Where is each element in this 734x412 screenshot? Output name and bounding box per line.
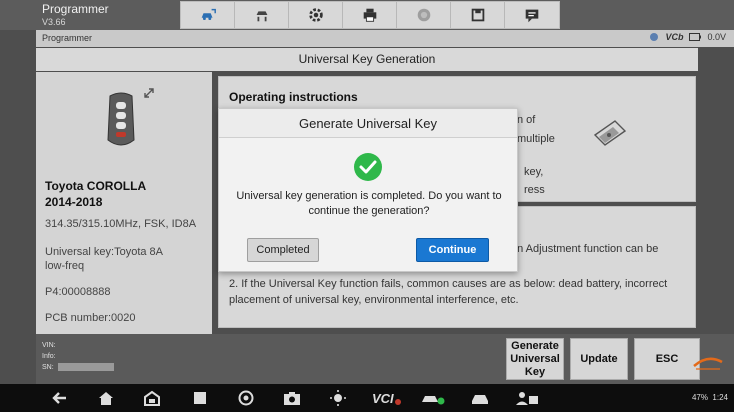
note-line: 2. If the Universal Key function fails, … xyxy=(229,278,668,290)
message-button[interactable] xyxy=(505,2,559,28)
button-label: Universal xyxy=(510,352,560,365)
dialog-message-line: Universal key generation is completed. D… xyxy=(236,190,502,202)
status-strip: Programmer VCb 0.0V xyxy=(36,30,734,47)
network-icon xyxy=(650,33,659,41)
button-label: Key xyxy=(524,365,546,378)
pcb-number-text: PCB number:0020 xyxy=(45,312,136,324)
vehicle-model: Toyota COROLLA xyxy=(45,179,147,193)
note-fragment: on Adjustment function can be xyxy=(511,243,659,255)
note-line: placement of universal key, environmenta… xyxy=(229,294,519,306)
frequency-text: 314.35/315.10MHz, FSK, ID8A xyxy=(45,218,197,230)
key-programmer-image xyxy=(593,120,627,146)
back-icon[interactable] xyxy=(50,390,70,406)
sn-value xyxy=(58,363,114,371)
recent-apps-icon[interactable] xyxy=(190,390,210,406)
vehicle-years: 2014-2018 xyxy=(45,195,103,209)
button-label: Generate xyxy=(511,339,559,352)
browser-icon[interactable] xyxy=(236,390,256,406)
svg-text:VCI: VCI xyxy=(372,391,394,406)
expand-icon[interactable] xyxy=(142,86,156,100)
continue-button[interactable]: Continue xyxy=(416,238,489,262)
vehicle-lift-button[interactable] xyxy=(235,2,289,28)
gear-icon xyxy=(308,8,323,22)
instruction-fragment: ress xyxy=(524,184,545,196)
vin-label: VIN: xyxy=(42,342,56,349)
dialog-message-line: continue the generation? xyxy=(308,205,430,217)
screen: Programmer V3.66 Programmer VCb 0.0V Uni… xyxy=(0,0,734,412)
instruction-fragment: n of xyxy=(517,114,536,126)
info-label: Info: xyxy=(42,353,56,360)
key-fob-image xyxy=(107,92,135,146)
vehicle-name: Toyota COROLLA 2014-2018 xyxy=(45,178,146,210)
save-button[interactable] xyxy=(451,2,505,28)
universal-key-text-2: low-freq xyxy=(45,260,85,272)
car-diagnose-button[interactable] xyxy=(181,2,235,28)
vci-label: VCb xyxy=(665,32,684,42)
page-title: Universal Key Generation xyxy=(36,48,698,71)
breadcrumb: Programmer xyxy=(42,33,93,43)
message-icon xyxy=(525,9,539,23)
vin-info: VIN: Info: SN: xyxy=(42,340,56,373)
connection-status: VCb 0.0V xyxy=(649,32,726,42)
sn-label: SN: xyxy=(42,364,54,371)
system-status: 47% 1:24 xyxy=(692,393,728,402)
print-button[interactable] xyxy=(343,2,397,28)
record-icon xyxy=(417,8,430,22)
app-version: V3.66 xyxy=(42,17,66,27)
clock: 1:24 xyxy=(712,393,728,402)
instruction-fragment: key, xyxy=(524,166,544,178)
record-button[interactable] xyxy=(397,2,451,28)
toolbar xyxy=(180,1,560,29)
operating-instructions-title: Operating instructions xyxy=(229,90,358,104)
remote-support-icon[interactable] xyxy=(514,390,540,406)
vehicle-lift-icon xyxy=(256,11,267,22)
printer-icon xyxy=(363,8,376,22)
p4-text: P4:00008888 xyxy=(45,286,111,298)
battery-icon xyxy=(689,33,702,41)
car-home-icon[interactable] xyxy=(142,390,162,406)
dialog-title: Generate Universal Key xyxy=(219,109,517,138)
settings-button[interactable] xyxy=(289,2,343,28)
update-button[interactable]: Update xyxy=(570,338,628,380)
car-diagnose-icon xyxy=(201,8,216,21)
top-app-bar: Programmer V3.66 xyxy=(0,0,734,30)
instruction-fragment: multiple xyxy=(517,133,555,145)
save-icon xyxy=(471,8,484,22)
brightness-icon[interactable] xyxy=(328,390,348,406)
home-icon[interactable] xyxy=(96,390,116,406)
success-check-icon xyxy=(354,153,382,181)
generate-universal-key-dialog: Generate Universal Key Universal key gen… xyxy=(218,108,518,272)
system-nav-bar: VCI 47% 1:24 xyxy=(0,384,734,412)
vehicle-info-panel: Toyota COROLLA 2014-2018 314.35/315.10MH… xyxy=(36,72,212,334)
voltage-value: 0.0V xyxy=(707,32,726,42)
app-title: Programmer xyxy=(42,2,109,16)
dialog-message: Universal key generation is completed. D… xyxy=(225,189,513,219)
generate-universal-key-button[interactable]: Generate Universal Key xyxy=(506,338,564,380)
brand-watermark-icon xyxy=(693,357,723,370)
car-icon[interactable] xyxy=(470,390,490,406)
vehicle-lock-icon[interactable] xyxy=(420,390,446,406)
camera-icon[interactable] xyxy=(282,390,302,406)
bottom-action-bar: VIN: Info: SN: Generate Universal Key Up… xyxy=(36,334,734,384)
universal-key-text: Universal key:Toyota 8A xyxy=(45,246,163,258)
battery-percent: 47% xyxy=(691,393,708,402)
completed-button[interactable]: Completed xyxy=(247,238,319,262)
vci-icon[interactable]: VCI xyxy=(372,390,402,406)
